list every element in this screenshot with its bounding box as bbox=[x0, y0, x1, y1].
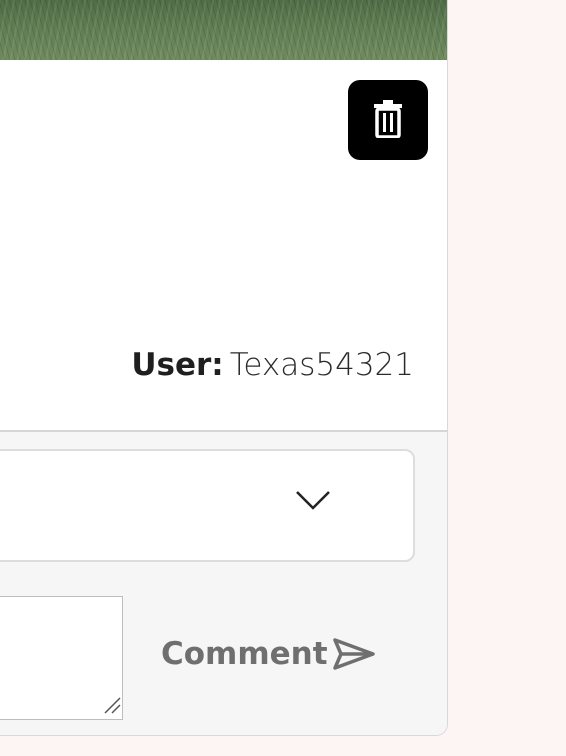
delete-post-button[interactable] bbox=[348, 80, 428, 160]
post-user: User: Texas54321 bbox=[131, 347, 414, 383]
user-label: User: bbox=[131, 347, 224, 383]
post-photo bbox=[0, 0, 447, 60]
comment-textarea[interactable] bbox=[0, 596, 123, 720]
post-card: User: Texas54321 Comment bbox=[0, 0, 448, 736]
send-icon bbox=[332, 637, 376, 671]
page: User: Texas54321 Comment bbox=[0, 0, 566, 756]
comment-button[interactable]: Comment bbox=[161, 636, 376, 672]
resize-grip-icon[interactable] bbox=[103, 696, 121, 718]
user-name: Texas54321 bbox=[229, 347, 414, 383]
comment-section: Comment bbox=[0, 430, 447, 735]
comment-label: Comment bbox=[161, 636, 328, 672]
chevron-down-icon bbox=[295, 489, 331, 515]
trash-icon bbox=[372, 99, 404, 141]
comment-select[interactable] bbox=[0, 449, 415, 562]
